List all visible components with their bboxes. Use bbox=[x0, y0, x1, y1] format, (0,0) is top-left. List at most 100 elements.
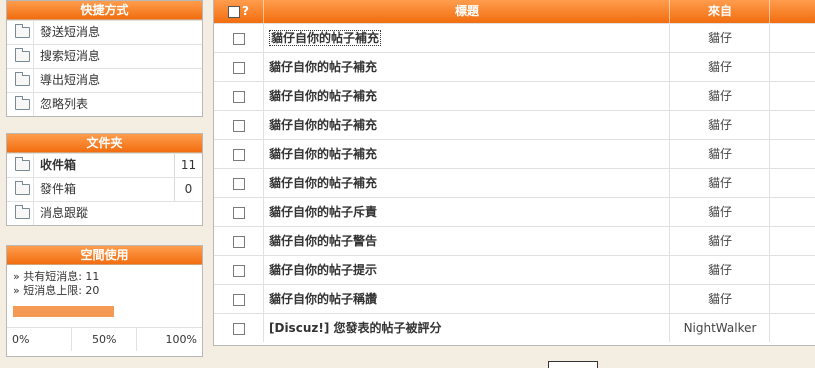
table-row[interactable]: 貓仔自你的帖子警告 貓仔 bbox=[214, 226, 815, 255]
row-select bbox=[214, 256, 263, 284]
shortcut-send-message[interactable]: 發送短消息 bbox=[7, 20, 202, 44]
table-row[interactable]: 貓仔自你的帖子補充 貓仔 bbox=[214, 110, 815, 139]
row-checkbox[interactable] bbox=[232, 177, 245, 190]
select-all-checkbox[interactable] bbox=[228, 5, 241, 18]
row-checkbox[interactable] bbox=[232, 264, 245, 277]
shortcut-label: 忽略列表 bbox=[40, 97, 89, 111]
message-title[interactable]: 貓仔自你的帖子補充 bbox=[263, 169, 669, 197]
row-select bbox=[214, 53, 263, 81]
message-title[interactable]: 貓仔自你的帖子補充 bbox=[263, 53, 669, 81]
shortcut-search-messages[interactable]: 搜索短消息 bbox=[7, 44, 202, 68]
folder-outbox[interactable]: 發件箱 0 bbox=[7, 177, 202, 201]
scale-max: 100% bbox=[165, 333, 197, 346]
message-date bbox=[769, 24, 815, 52]
row-select bbox=[214, 111, 263, 139]
row-checkbox[interactable] bbox=[232, 322, 245, 335]
folders-title: 文件夹 bbox=[7, 134, 202, 153]
usage-bar-fill bbox=[13, 306, 114, 317]
folder-icon bbox=[15, 157, 30, 171]
shortcut-export-messages[interactable]: 導出短消息 bbox=[7, 68, 202, 92]
folder-label: 收件箱 bbox=[40, 158, 77, 172]
header-from: 來自 bbox=[669, 0, 770, 23]
message-sender[interactable]: 貓仔 bbox=[669, 198, 770, 226]
message-title[interactable]: 貓仔自你的帖子斥責 bbox=[263, 198, 669, 226]
table-row[interactable]: 貓仔自你的帖子補充 貓仔 bbox=[214, 81, 815, 110]
shortcut-label: 導出短消息 bbox=[40, 73, 101, 87]
header-title: 標題 bbox=[263, 0, 670, 23]
row-checkbox[interactable] bbox=[232, 32, 245, 45]
row-select bbox=[214, 285, 263, 313]
row-select bbox=[214, 169, 263, 197]
message-date bbox=[769, 256, 815, 284]
message-date bbox=[769, 82, 815, 110]
row-checkbox[interactable] bbox=[232, 206, 245, 219]
message-sender[interactable]: 貓仔 bbox=[669, 227, 770, 255]
folder-icon bbox=[15, 24, 30, 38]
table-row[interactable]: 貓仔自你的帖子補充 貓仔 bbox=[214, 23, 815, 52]
message-sender[interactable]: 貓仔 bbox=[669, 169, 770, 197]
scale-min: 0% bbox=[12, 333, 30, 346]
message-sender[interactable]: 貓仔 bbox=[669, 53, 770, 81]
message-count: 0 bbox=[174, 178, 202, 201]
message-date bbox=[769, 53, 815, 81]
row-checkbox[interactable] bbox=[232, 293, 245, 306]
table-row[interactable]: 貓仔自你的帖子補充 貓仔 bbox=[214, 168, 815, 197]
message-sender[interactable]: 貓仔 bbox=[669, 140, 770, 168]
page-input[interactable] bbox=[548, 361, 598, 368]
message-sender[interactable]: 貓仔 bbox=[669, 82, 770, 110]
table-row[interactable]: [Discuz!] 您發表的帖子被評分 NightWalker bbox=[214, 313, 815, 342]
message-title[interactable]: 貓仔自你的帖子警告 bbox=[263, 227, 669, 255]
message-title[interactable]: 貓仔自你的帖子補充 bbox=[263, 140, 669, 168]
message-sender[interactable]: 貓仔 bbox=[669, 111, 770, 139]
row-checkbox[interactable] bbox=[232, 119, 245, 132]
shortcut-ignore-list[interactable]: 忽略列表 bbox=[7, 92, 202, 116]
table-row[interactable]: 貓仔自你的帖子補充 貓仔 bbox=[214, 52, 815, 81]
space-usage-title: 空間使用 bbox=[7, 246, 202, 265]
row-checkbox[interactable] bbox=[232, 61, 245, 74]
message-title[interactable]: 貓仔自你的帖子補充 bbox=[263, 82, 669, 110]
message-date bbox=[769, 169, 815, 197]
header-check-label: ? bbox=[242, 4, 249, 18]
usage-scale: 0% 50% 100% bbox=[7, 327, 202, 351]
message-limit: » 短消息上限: 20 bbox=[13, 284, 100, 297]
folder-tracking[interactable]: 消息跟蹤 bbox=[7, 201, 202, 225]
message-sender[interactable]: NightWalker bbox=[669, 314, 770, 342]
folder-label: 消息跟蹤 bbox=[40, 206, 89, 220]
folder-icon bbox=[15, 205, 30, 219]
message-date bbox=[769, 314, 815, 342]
message-date bbox=[769, 198, 815, 226]
row-checkbox[interactable] bbox=[232, 90, 245, 103]
message-sender[interactable]: 貓仔 bbox=[669, 24, 770, 52]
row-select bbox=[214, 82, 263, 110]
message-table: ? 標題 來自 貓仔自你的帖子補充 貓仔 貓仔自你的帖子補充 貓仔 貓仔自你的帖子補充貓… bbox=[213, 0, 815, 346]
message-title[interactable]: 貓仔自你的帖子補充 bbox=[263, 111, 669, 139]
row-select bbox=[214, 198, 263, 226]
message-title[interactable]: 貓仔自你的帖子提示 bbox=[263, 256, 669, 284]
message-date bbox=[769, 285, 815, 313]
table-row[interactable]: 貓仔自你的帖子稱讚 貓仔 bbox=[214, 284, 815, 313]
folder-inbox[interactable]: 收件箱 11 bbox=[7, 153, 202, 177]
row-checkbox[interactable] bbox=[232, 148, 245, 161]
message-date bbox=[769, 111, 815, 139]
select-all-header: ? bbox=[214, 0, 263, 23]
table-row[interactable]: 貓仔自你的帖子提示 貓仔 bbox=[214, 255, 815, 284]
message-title[interactable]: [Discuz!] 您發表的帖子被評分 bbox=[263, 314, 669, 342]
message-count: 11 bbox=[174, 154, 202, 177]
message-sender[interactable]: 貓仔 bbox=[669, 285, 770, 313]
message-title[interactable]: 貓仔自你的帖子補充 bbox=[263, 24, 669, 52]
row-checkbox[interactable] bbox=[232, 235, 245, 248]
table-row[interactable]: 貓仔自你的帖子補充 貓仔 bbox=[214, 139, 815, 168]
total-messages: » 共有短消息: 11 bbox=[13, 270, 100, 283]
shortcut-label: 搜索短消息 bbox=[40, 49, 101, 63]
shortcut-label: 發送短消息 bbox=[40, 25, 101, 39]
message-sender[interactable]: 貓仔 bbox=[669, 256, 770, 284]
usage-bar bbox=[13, 306, 196, 317]
row-select bbox=[214, 227, 263, 255]
scale-mid: 50% bbox=[92, 333, 117, 346]
shortcuts-panel: 快捷方式 發送短消息 搜索短消息 導出短消息 忽略列表 bbox=[6, 0, 203, 117]
table-row[interactable]: 貓仔自你的帖子斥責 貓仔 bbox=[214, 197, 815, 226]
table-header: ? 標題 來自 bbox=[214, 0, 815, 23]
row-select bbox=[214, 314, 263, 342]
row-select bbox=[214, 24, 263, 52]
message-title[interactable]: 貓仔自你的帖子稱讚 bbox=[263, 285, 669, 313]
